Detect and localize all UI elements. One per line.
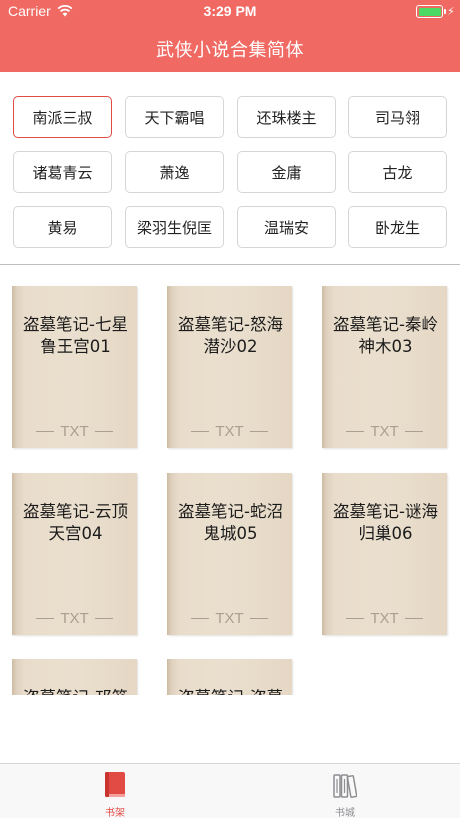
category-button[interactable]: 司马翎: [348, 96, 447, 138]
book-title: 盗墓笔记-秦岭神木03: [333, 315, 438, 356]
category-button[interactable]: 温瑞安: [237, 206, 336, 248]
book-format-label: TXT: [60, 422, 89, 440]
category-label: 卧龙生: [374, 218, 420, 237]
book-format: TXT: [322, 607, 447, 629]
book-cover[interactable]: 盗墓笔记-怒海潜沙02 TXT: [167, 286, 292, 448]
book-title: 盗墓笔记-盗墓: [173, 687, 288, 695]
category-button[interactable]: 诸葛青云: [13, 151, 112, 193]
battery-icon: [416, 5, 443, 18]
navigation-header: Carrier 3:29 PM ⚡ 武侠小说合集简体: [0, 0, 460, 72]
category-label: 古龙: [382, 163, 413, 182]
book-title: 盗墓笔记-怒海潜沙02: [178, 315, 283, 356]
category-label: 温瑞安: [263, 218, 309, 237]
book-title: 盗墓笔记-蛇沼鬼城05: [178, 502, 283, 543]
book-title: 盗墓笔记-七星鲁王宫01: [23, 315, 128, 356]
page-title: 武侠小说合集简体: [156, 40, 304, 61]
category-button[interactable]: 南派三叔: [13, 96, 112, 138]
charging-bolt-icon: ⚡: [447, 5, 455, 18]
book-title: 盗墓笔记-邛笼: [18, 687, 133, 695]
tab-label: 书城: [335, 808, 355, 818]
book-format: TXT: [322, 420, 447, 442]
book-format: TXT: [12, 420, 137, 442]
category-button[interactable]: 黄易: [13, 206, 112, 248]
category-label: 司马翎: [374, 108, 420, 127]
book-title: 盗墓笔记-谜海归巢06: [333, 502, 438, 543]
bookshelf-icon: [333, 774, 357, 798]
book-format: TXT: [12, 607, 137, 629]
category-label: 诸葛青云: [32, 163, 93, 182]
book-cover[interactable]: 盗墓笔记-邛笼 TXT: [12, 659, 137, 695]
category-label: 梁羽生倪匡: [136, 218, 212, 237]
tab-bookstore[interactable]: 书城: [305, 764, 385, 818]
book-format-label: TXT: [215, 609, 244, 627]
category-label: 天下霸唱: [144, 108, 205, 127]
category-label: 黄易: [47, 218, 78, 237]
book-shelf[interactable]: 盗墓笔记-七星鲁王宫01 TXT 盗墓笔记-怒海潜沙02 TXT 盗墓笔记-秦岭…: [0, 265, 460, 695]
book-format-label: TXT: [370, 422, 399, 440]
category-button[interactable]: 金庸: [237, 151, 336, 193]
category-label: 还珠楼主: [256, 108, 317, 127]
category-button[interactable]: 还珠楼主: [237, 96, 336, 138]
category-button[interactable]: 卧龙生: [348, 206, 447, 248]
clock-time: 3:29 PM: [203, 3, 257, 19]
book-cover[interactable]: 盗墓笔记-谜海归巢06 TXT: [322, 473, 447, 635]
tab-label: 书架: [105, 808, 125, 818]
author-category-grid: 南派三叔 天下霸唱 还珠楼主 司马翎 诸葛青云 萧逸 金庸 古龙 黄易 梁羽生倪…: [0, 72, 460, 264]
book-format: TXT: [167, 607, 292, 629]
category-button[interactable]: 梁羽生倪匡: [125, 206, 224, 248]
status-bar: Carrier 3:29 PM ⚡: [0, 0, 460, 24]
book-cover[interactable]: 盗墓笔记-秦岭神木03 TXT: [322, 286, 447, 448]
book-format-label: TXT: [60, 609, 89, 627]
book-title: 盗墓笔记-云顶天宫04: [23, 502, 128, 543]
category-button[interactable]: 古龙: [348, 151, 447, 193]
category-label: 金庸: [271, 163, 302, 182]
category-button[interactable]: 天下霸唱: [125, 96, 224, 138]
tab-bar: 书架 书城: [0, 763, 460, 818]
book-cover[interactable]: 盗墓笔记-盗墓 TXT: [167, 659, 292, 695]
category-button[interactable]: 萧逸: [125, 151, 224, 193]
book-format-label: TXT: [215, 422, 244, 440]
category-label: 南派三叔: [32, 108, 93, 127]
book-cover[interactable]: 盗墓笔记-蛇沼鬼城05 TXT: [167, 473, 292, 635]
book-cover[interactable]: 盗墓笔记-云顶天宫04 TXT: [12, 473, 137, 635]
battery-tip: [444, 9, 446, 14]
tab-bookshelf[interactable]: 书架: [75, 764, 155, 818]
book-icon: [105, 772, 125, 797]
book-format-label: TXT: [370, 609, 399, 627]
book-format: TXT: [167, 420, 292, 442]
category-label: 萧逸: [159, 163, 190, 182]
book-cover[interactable]: 盗墓笔记-七星鲁王宫01 TXT: [12, 286, 137, 448]
